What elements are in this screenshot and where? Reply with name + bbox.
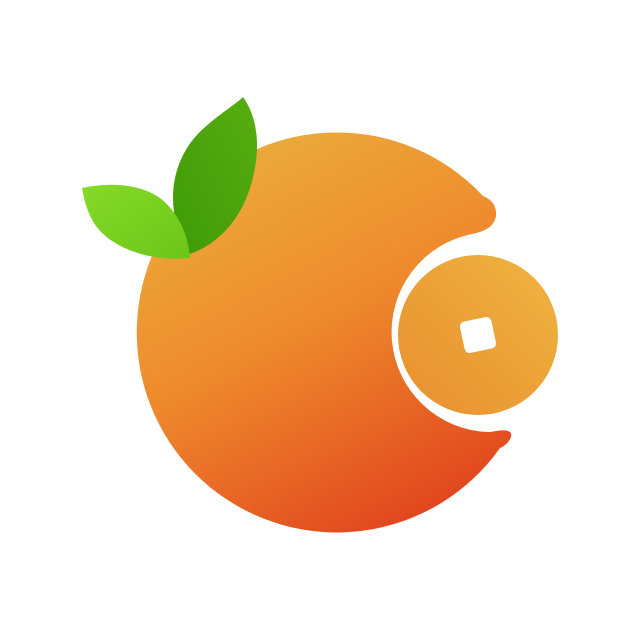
square-hole-icon (459, 316, 497, 354)
app-icon-canvas (0, 0, 640, 640)
orange-with-coin-logo (82, 97, 558, 533)
coin-icon (398, 255, 558, 415)
